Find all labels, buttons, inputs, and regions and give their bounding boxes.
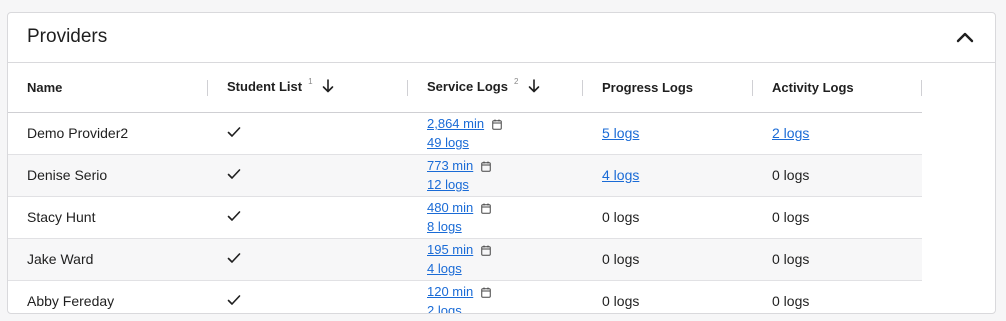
student-list-cell <box>208 196 408 239</box>
check-icon <box>227 125 241 141</box>
column-header-activity-logs[interactable]: Activity Logs <box>753 64 922 113</box>
panel-header: Providers <box>8 13 995 63</box>
progress-logs-link[interactable]: 4 logs <box>602 167 639 183</box>
student-list-cell <box>208 280 408 313</box>
activity-logs-cell: 0 logs <box>753 280 922 313</box>
provider-name-cell: Denise Serio <box>8 154 208 197</box>
activity-logs-cell: 0 logs <box>753 154 922 197</box>
table-row: Denise Serio 773 min 12 logs 4 logs 0 logs <box>8 154 922 197</box>
progress-logs-cell: 4 logs <box>583 154 753 197</box>
student-list-cell <box>208 238 408 281</box>
providers-table: Name Student List 1 Service Logs 2 Progr… <box>8 64 922 313</box>
column-header-service-logs[interactable]: Service Logs 2 <box>408 64 583 113</box>
service-logs-link[interactable]: 49 logs <box>427 133 484 152</box>
activity-logs-link[interactable]: 2 logs <box>772 125 809 141</box>
activity-logs-cell: 2 logs <box>753 112 922 155</box>
service-logs-cell: 195 min 4 logs <box>408 238 583 281</box>
column-header-progress-logs[interactable]: Progress Logs <box>583 64 753 113</box>
service-minutes-link[interactable]: 2,864 min <box>427 114 484 133</box>
column-separator[interactable] <box>921 80 922 96</box>
progress-logs-cell: 0 logs <box>583 196 753 239</box>
activity-logs-value: 0 logs <box>772 251 810 267</box>
check-icon <box>227 167 241 183</box>
progress-logs-link[interactable]: 5 logs <box>602 125 639 141</box>
calendar-icon[interactable] <box>481 201 491 217</box>
service-minutes-link[interactable]: 120 min <box>427 282 473 301</box>
calendar-icon[interactable] <box>481 159 491 175</box>
student-list-cell <box>208 154 408 197</box>
provider-name-cell: Abby Fereday <box>8 280 208 313</box>
progress-logs-value: 0 logs <box>602 251 640 267</box>
provider-name: Demo Provider2 <box>27 125 129 141</box>
provider-name: Denise Serio <box>27 167 108 183</box>
provider-name: Abby Fereday <box>27 293 115 309</box>
service-logs-cell: 773 min 12 logs <box>408 154 583 197</box>
providers-table-wrap: Name Student List 1 Service Logs 2 Progr… <box>8 64 995 313</box>
activity-logs-value: 0 logs <box>772 167 810 183</box>
service-logs-link[interactable]: 8 logs <box>427 217 473 236</box>
service-minutes-link[interactable]: 480 min <box>427 198 473 217</box>
check-icon <box>227 209 241 225</box>
provider-name: Stacy Hunt <box>27 209 96 225</box>
activity-logs-cell: 0 logs <box>753 196 922 239</box>
calendar-icon[interactable] <box>492 117 502 133</box>
sort-order-badge: 1 <box>308 77 313 87</box>
column-header-student-list[interactable]: Student List 1 <box>208 64 408 113</box>
activity-logs-cell: 0 logs <box>753 238 922 281</box>
service-logs-cell: 120 min 2 logs <box>408 280 583 313</box>
calendar-icon[interactable] <box>481 243 491 259</box>
table-row: Stacy Hunt 480 min 8 logs 0 logs 0 logs <box>8 196 922 239</box>
service-logs-cell: 2,864 min 49 logs <box>408 112 583 155</box>
service-logs-cell: 480 min 8 logs <box>408 196 583 239</box>
student-list-cell <box>208 112 408 155</box>
service-logs-link[interactable]: 2 logs <box>427 301 473 313</box>
sort-order-badge: 2 <box>513 77 519 87</box>
check-icon <box>227 251 241 267</box>
progress-logs-value: 0 logs <box>602 209 640 225</box>
providers-panel: Providers Name Student List 1 Service Lo… <box>7 12 996 314</box>
progress-logs-cell: 0 logs <box>583 238 753 281</box>
progress-logs-cell: 5 logs <box>583 112 753 155</box>
arrow-down-icon[interactable] <box>528 79 540 96</box>
panel-title: Providers <box>27 26 108 47</box>
provider-name-cell: Demo Provider2 <box>8 112 208 155</box>
provider-name-cell: Jake Ward <box>8 238 208 281</box>
service-minutes-link[interactable]: 195 min <box>427 240 473 259</box>
table-header-row: Name Student List 1 Service Logs 2 Progr… <box>8 64 922 113</box>
chevron-up-icon <box>956 32 974 43</box>
progress-logs-value: 0 logs <box>602 293 640 309</box>
activity-logs-value: 0 logs <box>772 209 810 225</box>
collapse-button[interactable] <box>953 26 977 50</box>
service-minutes-link[interactable]: 773 min <box>427 156 473 175</box>
service-logs-link[interactable]: 4 logs <box>427 259 473 278</box>
column-header-name[interactable]: Name <box>8 64 208 113</box>
provider-name-cell: Stacy Hunt <box>8 196 208 239</box>
activity-logs-value: 0 logs <box>772 293 810 309</box>
service-logs-link[interactable]: 12 logs <box>427 175 473 194</box>
provider-name: Jake Ward <box>27 251 94 267</box>
table-body: Demo Provider2 2,864 min 49 logs 5 logs 2 lo… <box>8 112 922 313</box>
progress-logs-cell: 0 logs <box>583 280 753 313</box>
table-row: Demo Provider2 2,864 min 49 logs 5 logs 2 lo… <box>8 112 922 155</box>
calendar-icon[interactable] <box>481 285 491 301</box>
table-row: Jake Ward 195 min 4 logs 0 logs 0 logs <box>8 238 922 281</box>
table-row: Abby Fereday 120 min 2 logs 0 logs 0 logs <box>8 280 922 313</box>
arrow-down-icon[interactable] <box>322 79 334 96</box>
check-icon <box>227 293 241 309</box>
